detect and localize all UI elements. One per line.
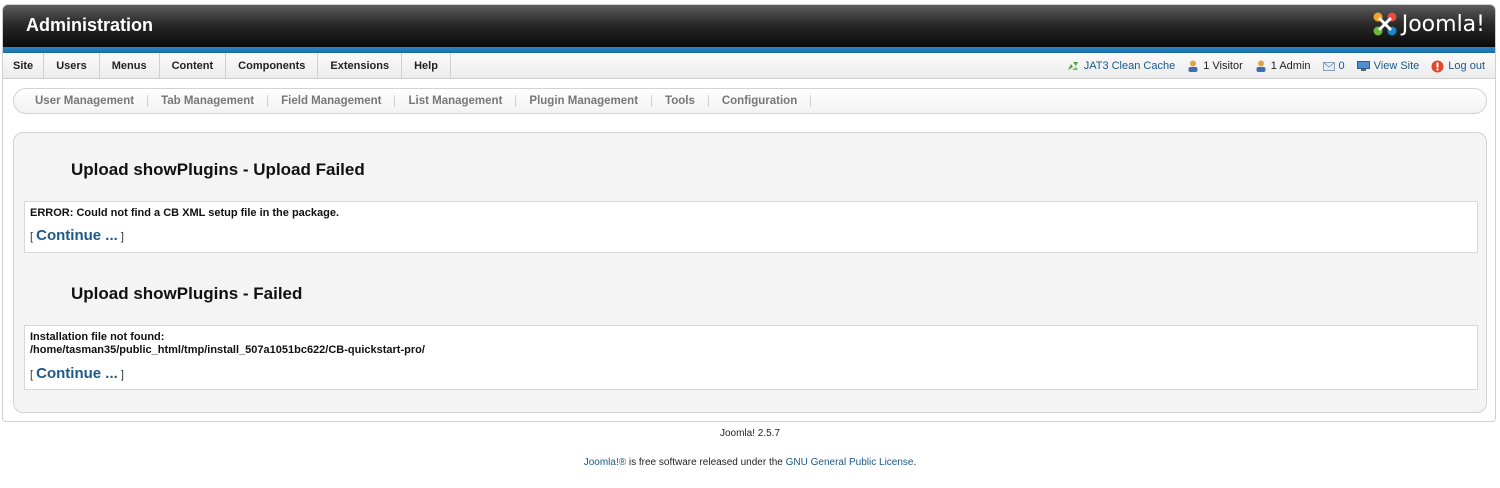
continue-link-2[interactable]: Continue ...: [36, 365, 118, 382]
menu-users[interactable]: Users: [44, 53, 100, 79]
error-message-box: ERROR: Could not find a CB XML setup fil…: [24, 201, 1478, 253]
subnav-tools[interactable]: Tools: [652, 95, 709, 107]
visitors-count: 1 Visitor: [1203, 60, 1243, 72]
admins-status: 1 Admin: [1255, 60, 1311, 72]
monitor-icon: [1356, 61, 1370, 71]
joomla-logo-icon: [1373, 12, 1397, 36]
error-message-text: ERROR: Could not find a CB XML setup fil…: [30, 207, 340, 219]
admin-window: Administration Joomla! Site Users Menus …: [2, 4, 1496, 422]
user-icon: [1188, 60, 1198, 72]
messages-status[interactable]: 0: [1322, 60, 1345, 72]
menu-menus[interactable]: Menus: [100, 53, 160, 79]
messages-count: 0: [1338, 60, 1345, 72]
bracket-open-2: [: [30, 369, 34, 381]
section-heading-failed: Upload showPlugins - Failed: [71, 284, 303, 303]
logout-icon: [1431, 60, 1444, 72]
menu-site[interactable]: Site: [3, 53, 45, 79]
subnav-plugin-management[interactable]: Plugin Management: [516, 95, 653, 107]
joomla-logo[interactable]: Joomla!: [1372, 11, 1485, 37]
logout-label: Log out: [1448, 60, 1485, 72]
menu-extensions[interactable]: Extensions: [318, 53, 403, 79]
admins-count: 1 Admin: [1270, 60, 1311, 72]
joomla-logo-text: Joomla!: [1401, 11, 1485, 37]
admin-user-icon: [1256, 60, 1266, 72]
license-end: .: [913, 457, 917, 468]
cb-submenu: User Management Tab Management Field Man…: [13, 88, 1487, 114]
continue-row-2: [ Continue ... ]: [30, 365, 1472, 382]
section-heading-upload-failed: Upload showPlugins - Upload Failed: [71, 160, 365, 179]
footer-version: Joomla! 2.5.7: [719, 428, 781, 439]
visitors-status: 1 Visitor: [1187, 60, 1243, 72]
view-site-label: View Site: [1373, 60, 1420, 72]
content-panel: Upload showPlugins - Upload Failed ERROR…: [13, 132, 1487, 413]
menu-help[interactable]: Help: [402, 53, 451, 79]
joomla-home-link[interactable]: Joomla!®: [584, 457, 626, 468]
continue-row: [ Continue ... ]: [30, 227, 1472, 244]
subnav-list-management[interactable]: List Management: [395, 95, 517, 107]
install-message-box: Installation file not found: /home/tasma…: [24, 325, 1478, 390]
install-message-line-2: /home/tasman35/public_html/tmp/install_5…: [30, 344, 425, 356]
bracket-close: ]: [120, 231, 124, 243]
mail-icon: [1322, 61, 1335, 71]
subnav-field-management[interactable]: Field Management: [268, 95, 396, 107]
clean-cache-label: JAT3 Clean Cache: [1083, 60, 1176, 72]
clean-cache-button[interactable]: JAT3 Clean Cache: [1066, 60, 1176, 72]
main-menu: Site Users Menus Content Components Exte…: [3, 53, 451, 79]
subnav-tab-management[interactable]: Tab Management: [148, 95, 269, 107]
license-text: is free software released under the: [626, 457, 786, 468]
menu-content[interactable]: Content: [160, 53, 227, 79]
bracket-open: [: [30, 231, 34, 243]
footer-license: Joomla!® is free software released under…: [0, 457, 1500, 468]
bracket-close-2: ]: [120, 369, 124, 381]
continue-link[interactable]: Continue ...: [36, 227, 118, 244]
view-site-link[interactable]: View Site: [1356, 60, 1420, 72]
subnav-configuration[interactable]: Configuration: [709, 95, 812, 107]
install-message-line-1: Installation file not found:: [30, 331, 165, 343]
subnav-user-management[interactable]: User Management: [22, 95, 149, 107]
menu-components[interactable]: Components: [226, 53, 319, 79]
gpl-license-link[interactable]: GNU General Public License: [786, 457, 914, 468]
logout-link[interactable]: Log out: [1431, 60, 1485, 73]
admin-header: Administration Joomla!: [3, 5, 1495, 47]
recycle-icon: [1067, 62, 1078, 70]
status-bar: JAT3 Clean Cache 1 Visitor 1 Admin 0 Vie…: [1066, 53, 1485, 79]
admin-title: Administration: [26, 15, 154, 35]
top-menubar: Site Users Menus Content Components Exte…: [3, 53, 1495, 79]
